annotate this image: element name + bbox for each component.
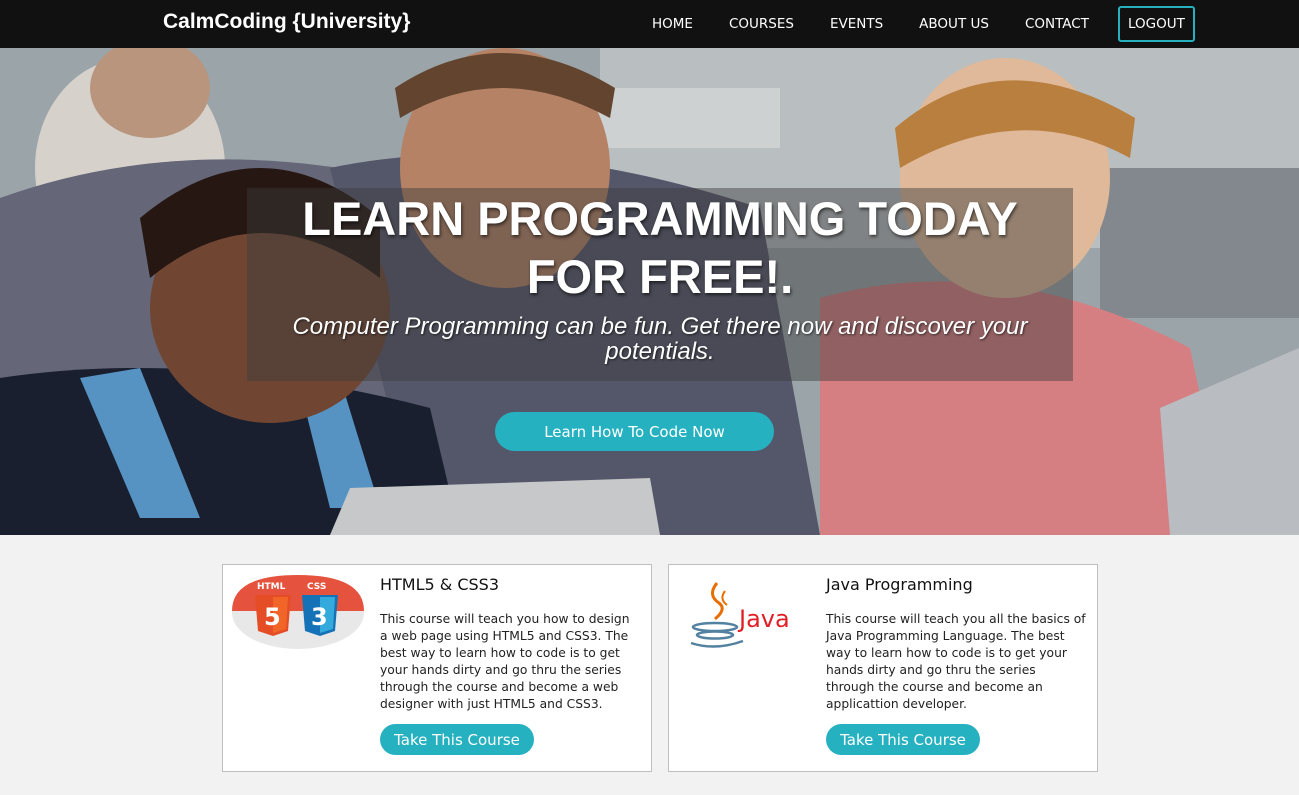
- hero-title-line2: FOR FREE!.: [526, 250, 794, 303]
- nav-courses[interactable]: COURSES: [711, 16, 812, 32]
- course-title: HTML5 & CSS3: [380, 575, 500, 594]
- course-description: This course will teach you how to design…: [380, 612, 630, 711]
- svg-text:5: 5: [264, 603, 281, 631]
- hero-title-line1: LEARN PROGRAMMING TODAY: [302, 192, 1018, 245]
- svg-text:3: 3: [311, 603, 328, 631]
- course-card-java: Java Java Programming This course will t…: [668, 564, 1098, 772]
- learn-to-code-button[interactable]: Learn How To Code Now: [495, 412, 774, 451]
- course-card-html-css: HTML CSS 5 3 HTML5 & CSS3 This course wi…: [222, 564, 652, 772]
- nav-about-us[interactable]: ABOUT US: [901, 16, 1007, 32]
- css-logo-text: CSS: [307, 582, 326, 592]
- course-description: This course will teach you all the basic…: [826, 612, 1086, 711]
- nav-home[interactable]: HOME: [634, 16, 711, 32]
- take-course-button-java[interactable]: Take This Course: [826, 724, 980, 755]
- nav-events[interactable]: EVENTS: [812, 16, 901, 32]
- nav-contact[interactable]: CONTACT: [1007, 16, 1107, 32]
- course-title: Java Programming: [826, 575, 973, 594]
- hero-title: LEARN PROGRAMMING TODAY FOR FREE!.: [247, 190, 1073, 306]
- html-logo-text: HTML: [257, 582, 286, 592]
- hero-banner: LEARN PROGRAMMING TODAY FOR FREE!. Compu…: [0, 48, 1299, 535]
- navbar: CalmCoding {University} HOME COURSES EVE…: [0, 0, 1299, 48]
- html5-css3-logo: HTML CSS 5 3: [232, 575, 364, 649]
- take-course-button-html-css[interactable]: Take This Course: [380, 724, 534, 755]
- java-logo: Java: [690, 582, 790, 648]
- hero-subtitle: Computer Programming can be fun. Get the…: [292, 313, 1028, 365]
- java-logo-text: Java: [737, 605, 790, 633]
- logout-button[interactable]: LOGOUT: [1117, 6, 1195, 42]
- brand-logo[interactable]: CalmCoding {University}: [163, 10, 410, 34]
- nav-links: HOME COURSES EVENTS ABOUT US CONTACT LOG…: [634, 0, 1195, 48]
